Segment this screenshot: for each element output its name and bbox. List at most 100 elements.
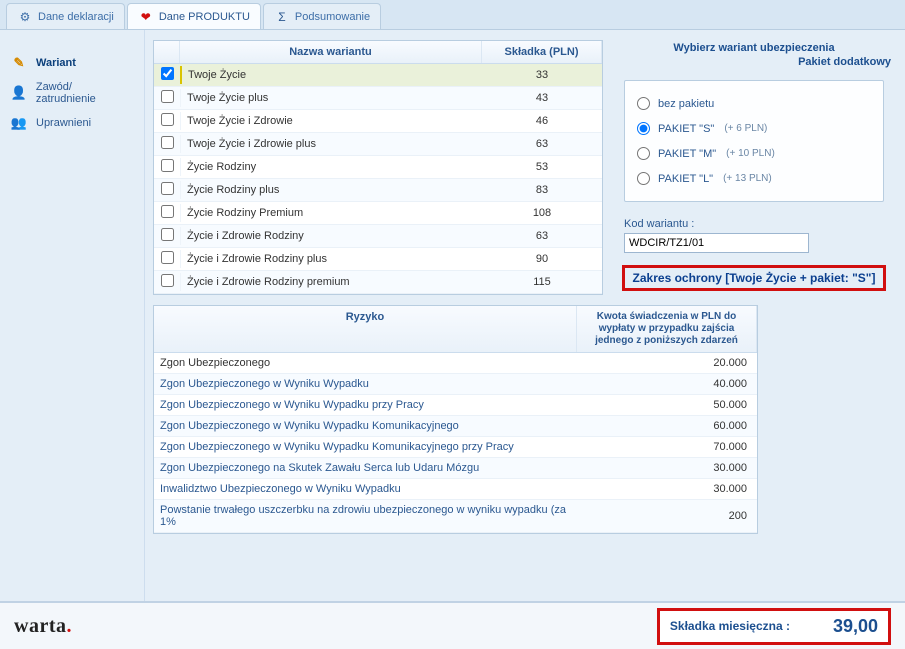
risk-row: Zgon Ubezpieczonego w Wyniku Wypadku Kom… <box>154 416 757 437</box>
tab-declaration[interactable]: ⚙ Dane deklaracji <box>6 3 125 29</box>
variant-price: 43 <box>482 89 602 107</box>
sidebar-item-label: Zawód/ zatrudnienie <box>36 81 134 105</box>
variant-row[interactable]: Twoje Życie plus43 <box>154 87 602 110</box>
tab-label: Dane PRODUKTU <box>159 11 250 23</box>
variant-name: Życie i Zdrowie Rodziny <box>180 227 482 245</box>
variant-name: Twoje Życie plus <box>180 89 482 107</box>
sidebar-item-zawod[interactable]: 👤 Zawód/ zatrudnienie <box>0 78 144 108</box>
package-label: PAKIET "L" <box>658 173 713 185</box>
variant-name: Życie Rodziny <box>180 158 482 176</box>
variants-grid: Nazwa wariantu Składka (PLN) Twoje Życie… <box>153 40 603 295</box>
risk-amount: 50.000 <box>577 395 757 415</box>
risk-name: Zgon Ubezpieczonego <box>154 353 577 373</box>
risk-name[interactable]: Zgon Ubezpieczonego w Wyniku Wypadku prz… <box>154 395 577 415</box>
sidebar-item-wariant[interactable]: ✎ Wariant <box>0 48 144 78</box>
risk-amount: 20.000 <box>577 353 757 373</box>
sidebar-item-label: Uprawnieni <box>36 117 91 129</box>
tab-product[interactable]: ❤ Dane PRODUKTU <box>127 3 261 29</box>
sidebar-item-label: Wariant <box>36 57 76 69</box>
sidebar: ✎ Wariant 👤 Zawód/ zatrudnienie 👥 Uprawn… <box>0 30 145 601</box>
risk-row: Inwalidztwo Ubezpieczonego w Wyniku Wypa… <box>154 479 757 500</box>
package-label: PAKIET "S" <box>658 123 714 135</box>
variant-price: 63 <box>482 135 602 153</box>
risk-name[interactable]: Zgon Ubezpieczonego na Skutek Zawału Ser… <box>154 458 577 478</box>
variant-checkbox[interactable] <box>161 159 174 172</box>
risk-row: Zgon Ubezpieczonego w Wyniku Wypadku40.0… <box>154 374 757 395</box>
variant-row[interactable]: Życie Rodziny Premium108 <box>154 202 602 225</box>
package-radio[interactable] <box>637 147 650 160</box>
risk-row: Powstanie trwałego uszczerbku na zdrowiu… <box>154 500 757 533</box>
choose-variant-title: Wybierz wariant ubezpieczenia <box>611 40 897 56</box>
risk-amount: 70.000 <box>577 437 757 457</box>
risk-row: Zgon Ubezpieczonego w Wyniku Wypadku Kom… <box>154 437 757 458</box>
package-option[interactable]: PAKIET "M" (+ 10 PLN) <box>637 141 871 166</box>
variant-checkbox[interactable] <box>161 205 174 218</box>
variant-checkbox[interactable] <box>161 274 174 287</box>
package-option[interactable]: PAKIET "L"(+ 13 PLN) <box>637 166 871 191</box>
footer: warta. Składka miesięczna : 39,00 <box>0 601 905 649</box>
variant-name: Twoje Życie <box>180 66 482 84</box>
monthly-premium-box: Składka miesięczna : 39,00 <box>657 608 891 645</box>
risk-name[interactable]: Zgon Ubezpieczonego w Wyniku Wypadku <box>154 374 577 394</box>
variant-row[interactable]: Życie i Zdrowie Rodziny plus90 <box>154 248 602 271</box>
tab-label: Podsumowanie <box>295 11 370 23</box>
risk-name[interactable]: Zgon Ubezpieczonego w Wyniku Wypadku Kom… <box>154 437 577 457</box>
variant-name: Twoje Życie i Zdrowie <box>180 112 482 130</box>
variant-name: Życie i Zdrowie Rodziny plus <box>180 250 482 268</box>
variant-checkbox[interactable] <box>161 136 174 149</box>
risk-name[interactable]: Inwalidztwo Ubezpieczonego w Wyniku Wypa… <box>154 479 577 499</box>
risk-name[interactable]: Powstanie trwałego uszczerbku na zdrowiu… <box>154 500 577 532</box>
tab-summary[interactable]: Σ Podsumowanie <box>263 3 381 29</box>
risk-amount: 30.000 <box>577 479 757 499</box>
variant-name: Życie Rodziny Premium <box>180 204 482 222</box>
package-option[interactable]: bez pakietu <box>637 91 871 116</box>
col-variant-name: Nazwa wariantu <box>180 41 482 63</box>
package-radio[interactable] <box>637 172 650 185</box>
risk-row: Zgon Ubezpieczonego na Skutek Zawału Ser… <box>154 458 757 479</box>
variant-row[interactable]: Życie i Zdrowie Rodziny premium115 <box>154 271 602 294</box>
variant-row[interactable]: Twoje Życie i Zdrowie plus63 <box>154 133 602 156</box>
col-checkbox <box>154 41 180 63</box>
col-risk: Ryzyko <box>154 306 577 352</box>
variant-checkbox[interactable] <box>161 228 174 241</box>
premium-value: 39,00 <box>806 616 878 637</box>
variant-price: 115 <box>482 273 602 291</box>
package-extra: (+ 6 PLN) <box>724 123 767 134</box>
kod-wariantu-input[interactable] <box>624 233 809 253</box>
sidebar-item-uprawnieni[interactable]: 👥 Uprawnieni <box>0 108 144 138</box>
package-option[interactable]: PAKIET "S" (+ 6 PLN) <box>637 116 871 141</box>
risks-grid: Ryzyko Kwota świadczenia w PLN do wypłat… <box>153 305 758 534</box>
package-radio[interactable] <box>637 122 650 135</box>
variant-checkbox[interactable] <box>161 67 174 80</box>
variant-price: 46 <box>482 112 602 130</box>
risk-amount: 60.000 <box>577 416 757 436</box>
heart-icon: ❤ <box>138 9 154 25</box>
col-price: Składka (PLN) <box>482 41 602 63</box>
variant-checkbox[interactable] <box>161 182 174 195</box>
risk-name[interactable]: Zgon Ubezpieczonego w Wyniku Wypadku Kom… <box>154 416 577 436</box>
package-label: PAKIET "M" <box>658 148 716 160</box>
gear-icon: ⚙ <box>17 9 33 25</box>
variant-price: 33 <box>482 66 602 84</box>
variant-name: Życie i Zdrowie Rodziny premium <box>180 273 482 291</box>
variant-row[interactable]: Twoje Życie33 <box>154 64 602 87</box>
variant-row[interactable]: Twoje Życie i Zdrowie46 <box>154 110 602 133</box>
variant-row[interactable]: Życie i Zdrowie Rodziny63 <box>154 225 602 248</box>
edit-icon: ✎ <box>10 54 28 72</box>
package-extra: (+ 10 PLN) <box>726 148 775 159</box>
variant-row[interactable]: Życie Rodziny plus83 <box>154 179 602 202</box>
variant-price: 63 <box>482 227 602 245</box>
variant-row[interactable]: Życie Rodziny53 <box>154 156 602 179</box>
package-group: bez pakietu PAKIET "S" (+ 6 PLN) PAKIET "M"… <box>624 80 884 202</box>
package-radio[interactable] <box>637 97 650 110</box>
variant-checkbox[interactable] <box>161 90 174 103</box>
sigma-icon: Σ <box>274 9 290 25</box>
brand-logo: warta. <box>14 615 72 638</box>
variant-price: 90 <box>482 250 602 268</box>
variant-checkbox[interactable] <box>161 113 174 126</box>
additional-package-label: Pakiet dodatkowy <box>611 56 897 68</box>
premium-label: Składka miesięczna : <box>670 619 790 633</box>
risk-row: Zgon Ubezpieczonego20.000 <box>154 353 757 374</box>
variant-checkbox[interactable] <box>161 251 174 264</box>
people-icon: 👥 <box>10 114 28 132</box>
